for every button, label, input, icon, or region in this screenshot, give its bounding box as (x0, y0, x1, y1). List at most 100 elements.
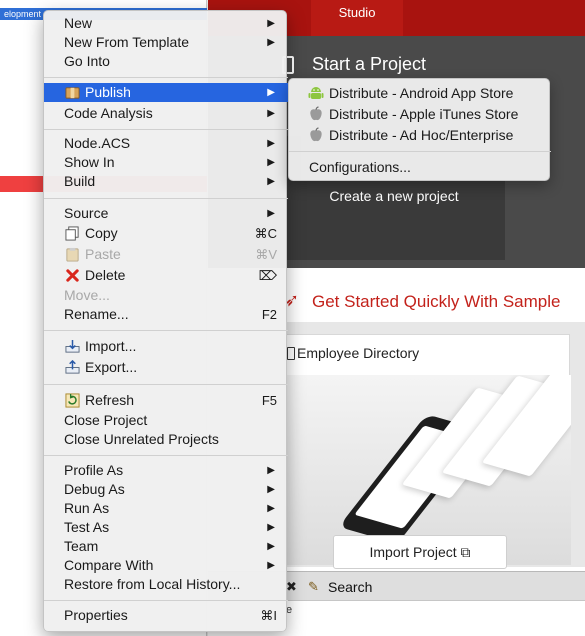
menu-item-test-as[interactable]: Test As ▶ (44, 518, 288, 537)
submenu-arrow-icon: ▶ (267, 465, 275, 476)
submenu-arrow-icon: ▶ (267, 541, 275, 552)
import-project-button[interactable]: Import Project ⧉ (333, 535, 507, 569)
menu-item-label: Import... (85, 338, 137, 354)
submenu-arrow-icon: ▶ (267, 484, 275, 495)
get-started-heading: Get Started Quickly With Sample (312, 292, 561, 311)
menu-separator (289, 151, 551, 152)
create-project-label: Create a new project (329, 188, 459, 204)
shortcut-label: ⌘C (254, 226, 277, 241)
menu-item-move[interactable]: Move... (44, 286, 288, 305)
export-icon (65, 360, 80, 374)
menu-item-label: New (64, 15, 93, 31)
menu-item-label: Run As (64, 500, 110, 516)
menu-item-team[interactable]: Team ▶ (44, 537, 288, 556)
publish-submenu: Distribute - Android App Store Distribut… (288, 78, 551, 181)
menu-separator (44, 384, 288, 385)
shortcut-label: F2 (261, 307, 277, 322)
menu-item-label: Properties (64, 607, 128, 623)
submenu-arrow-icon: ▶ (267, 503, 275, 514)
search-icon: ✎ (308, 579, 319, 594)
tab-studio[interactable]: Studio (311, 0, 403, 36)
menu-item-close-project[interactable]: Close Project (44, 411, 288, 430)
submenu-item-label: Distribute - Android App Store (329, 85, 514, 101)
menu-item-show-in[interactable]: Show In ▶ (44, 153, 288, 172)
submenu-arrow-icon: ▶ (267, 37, 275, 48)
sample-card[interactable]: Employee Directory Import Project ⧉ (284, 334, 571, 569)
menu-item-label: Test As (64, 519, 110, 535)
menu-item-label: Restore from Local History... (64, 576, 241, 592)
menu-item-label: Refresh (85, 392, 135, 408)
menu-item-label: New From Template (64, 34, 190, 50)
submenu-arrow-icon: ▶ (267, 208, 275, 219)
menu-item-publish[interactable]: Publish ▶ (44, 83, 288, 102)
shortcut-label: ⌘V (255, 247, 277, 262)
menu-item-label: Source (64, 205, 109, 221)
shortcut-label: ⌘I (260, 608, 277, 623)
delete-icon (66, 269, 79, 282)
submenu-item-android[interactable]: Distribute - Android App Store (289, 84, 551, 103)
submenu-arrow-icon: ▶ (267, 87, 275, 98)
menu-item-debug-as[interactable]: Debug As ▶ (44, 480, 288, 499)
tab-search[interactable]: Search (328, 579, 372, 595)
menu-item-label: Profile As (64, 462, 124, 478)
submenu-arrow-icon: ▶ (267, 176, 275, 187)
menu-item-label: Team (64, 538, 99, 554)
apple-icon (310, 106, 322, 121)
menu-item-code-analysis[interactable]: Code Analysis ▶ (44, 104, 288, 123)
submenu-arrow-icon: ▶ (267, 157, 275, 168)
submenu-item-label: Distribute - Apple iTunes Store (329, 106, 519, 122)
menu-item-label: Close Unrelated Projects (64, 431, 219, 447)
menu-item-properties[interactable]: Properties ⌘I (44, 606, 288, 625)
shortcut-label: ⌦ (258, 268, 277, 283)
android-icon (308, 87, 324, 99)
menu-item-close-unrelated[interactable]: Close Unrelated Projects (44, 430, 288, 449)
menu-separator (44, 600, 288, 601)
menu-item-refresh[interactable]: Refresh F5 (44, 391, 288, 410)
menu-item-label: Debug As (64, 481, 125, 497)
submenu-arrow-icon: ▶ (267, 560, 275, 571)
menu-item-go-into[interactable]: Go Into (44, 52, 288, 71)
menu-item-compare-with[interactable]: Compare With ▶ (44, 556, 288, 575)
menu-item-export[interactable]: Export... (44, 358, 288, 377)
menu-item-label: Close Project (64, 412, 148, 428)
copy-icon: ⧉ (460, 544, 471, 560)
menu-item-run-as[interactable]: Run As ▶ (44, 499, 288, 518)
menu-item-restore-history[interactable]: Restore from Local History... (44, 575, 288, 594)
menu-item-label: Delete (85, 267, 126, 283)
menu-item-copy[interactable]: Copy ⌘C (44, 224, 288, 243)
context-menu: New ▶ New From Template ▶ Go Into Publish ▶… (43, 10, 288, 632)
menu-item-label: Show In (64, 154, 115, 170)
menu-item-label: Code Analysis (64, 105, 153, 121)
submenu-item-apple[interactable]: Distribute - Apple iTunes Store (289, 105, 551, 124)
menu-item-label: Move... (64, 287, 110, 303)
submenu-arrow-icon: ▶ (267, 522, 275, 533)
start-project-title: Start a Project (312, 54, 427, 74)
menu-separator (44, 455, 288, 456)
menu-item-label: Build (64, 173, 96, 189)
menu-item-new-from-template[interactable]: New From Template ▶ (44, 33, 288, 52)
menu-item-node-acs[interactable]: Node.ACS ▶ (44, 134, 288, 153)
menu-separator (44, 198, 288, 199)
menu-item-rename[interactable]: Rename... F2 (44, 305, 288, 324)
menu-item-new[interactable]: New ▶ (44, 14, 288, 33)
menu-item-label: Node.ACS (64, 135, 131, 151)
submenu-item-label: Configurations... (309, 159, 411, 175)
paste-icon (66, 247, 79, 262)
menu-separator (44, 129, 288, 130)
menu-item-profile-as[interactable]: Profile As ▶ (44, 461, 288, 480)
import-icon (65, 339, 80, 353)
menu-item-label: Copy (85, 225, 118, 241)
shortcut-label: F5 (261, 393, 277, 408)
menu-separator (44, 77, 288, 78)
menu-item-import[interactable]: Import... (44, 337, 288, 356)
menu-item-paste[interactable]: Paste ⌘V (44, 245, 288, 264)
submenu-item-configurations[interactable]: Configurations... (289, 158, 551, 177)
menu-item-source[interactable]: Source ▶ (44, 204, 288, 223)
menu-item-label: Go Into (64, 53, 110, 69)
menu-item-build[interactable]: Build ▶ (44, 172, 288, 191)
submenu-item-adhoc[interactable]: Distribute - Ad Hoc/Enterprise (289, 126, 551, 145)
menu-item-delete[interactable]: Delete ⌦ (44, 266, 288, 285)
import-project-label: Import Project (369, 544, 457, 560)
menu-item-label: Rename... (64, 306, 129, 322)
apple-icon (310, 127, 322, 142)
